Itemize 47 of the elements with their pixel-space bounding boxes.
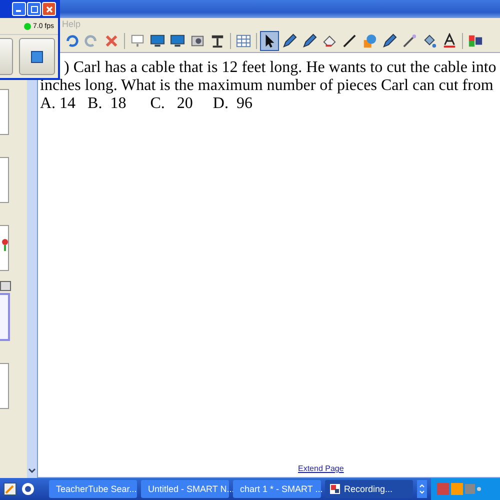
wand-icon [402, 33, 417, 49]
close-icon [46, 6, 52, 12]
record-button[interactable] [0, 38, 13, 75]
taskbar-button[interactable]: chart 1 * - SMART ... [233, 480, 321, 498]
text-color-icon [442, 33, 457, 49]
pen-icon [302, 33, 317, 49]
close-button[interactable] [42, 2, 56, 16]
screen-shade-icon [130, 33, 145, 49]
eraser-icon [322, 33, 337, 49]
page-thumbnail[interactable] [0, 363, 9, 409]
menu-item[interactable]: Help [62, 19, 81, 29]
page-thumbnail[interactable] [0, 89, 9, 135]
pen-icon [282, 33, 297, 49]
monitor-icon [150, 33, 165, 49]
maximize-icon [30, 6, 38, 12]
taskbar-group-arrows-icon[interactable] [417, 480, 427, 498]
redo-icon [84, 33, 99, 49]
pen-icon [382, 33, 397, 49]
page-thumbnail[interactable] [0, 225, 9, 271]
maximize-button[interactable] [27, 2, 41, 16]
question-text: A. 14 B. 18 C. 20 D. 96 [40, 95, 254, 113]
stop-button[interactable] [19, 38, 55, 75]
question-text: ) Carl has a cable that is 12 feet long. He wants to cut the cable into [64, 59, 498, 77]
undo-icon [64, 33, 79, 49]
taskbar-button[interactable]: Recording... [325, 480, 413, 498]
recorder-icon [329, 483, 341, 495]
document-camera-icon [210, 33, 225, 49]
question-text: inches long. What is the maximum number of pieces Carl can cut from [40, 77, 494, 95]
shapes-icon [362, 33, 377, 49]
select-tool[interactable] [260, 31, 279, 51]
page-thumbnail[interactable] [0, 293, 10, 341]
extend-page-link[interactable]: Extend Page [298, 464, 344, 473]
delete-icon [104, 33, 119, 49]
taskbar-button[interactable]: TeacherTube Sear... [49, 480, 137, 498]
page-thumbnail[interactable] [0, 157, 9, 203]
table-icon [236, 33, 251, 49]
line-icon [342, 33, 357, 49]
palette-icon [468, 33, 483, 49]
stop-icon [31, 50, 43, 62]
notepad-icon[interactable] [3, 482, 17, 496]
flower-icon [0, 238, 8, 252]
camera-icon [190, 33, 205, 49]
chevron-down-icon[interactable] [28, 468, 36, 474]
fill-icon [422, 33, 437, 49]
media-icon[interactable] [21, 482, 35, 496]
minimize-button[interactable] [12, 2, 26, 16]
monitor-icon [170, 33, 185, 49]
